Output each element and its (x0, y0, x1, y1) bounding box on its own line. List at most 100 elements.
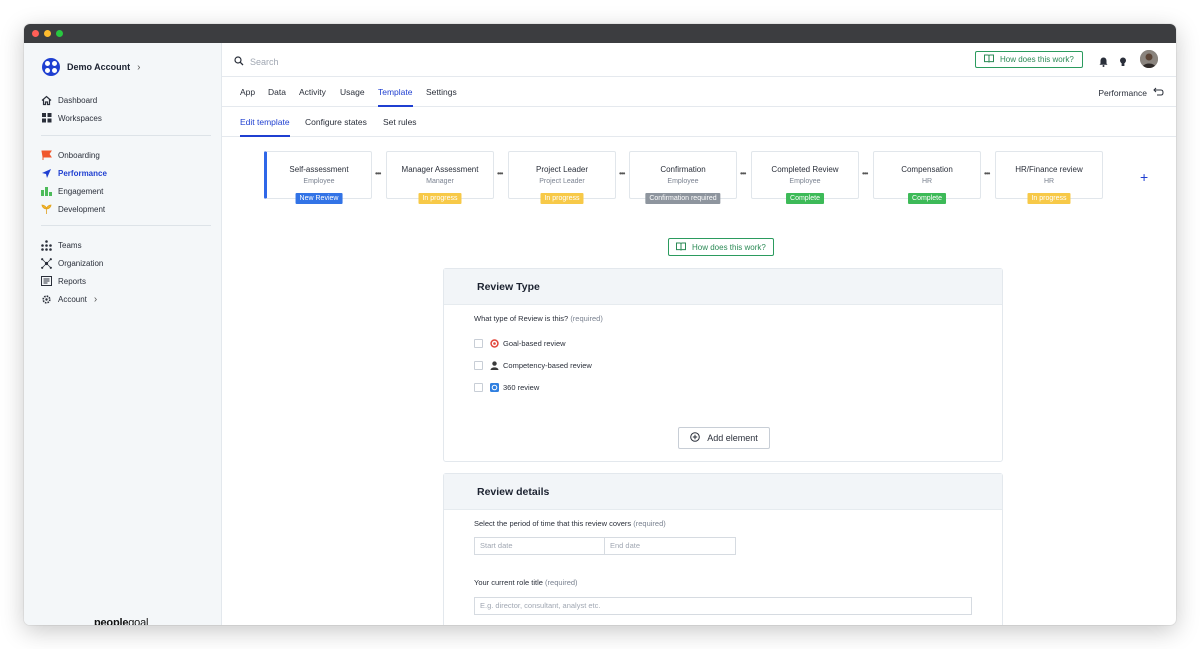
engagement-icon (41, 186, 52, 197)
connector-dots-icon[interactable]: ••• (497, 169, 503, 178)
subtab-edit-template[interactable]: Edit template (240, 117, 290, 137)
tab-data[interactable]: Data (268, 87, 286, 97)
how-does-this-work-button[interactable]: How does this work? (668, 238, 774, 256)
sidebar-item-reports[interactable]: Reports (41, 274, 86, 288)
stage-role: Employee (303, 178, 335, 185)
workflow-stage[interactable]: Compensation HR (873, 151, 981, 199)
send-icon (41, 168, 52, 179)
checkbox[interactable] (474, 360, 483, 370)
main-area: Search How does this work? App Data Acti… (222, 43, 1176, 625)
person-icon (490, 360, 499, 370)
review-type-card: Review Type What type of Review is this?… (443, 268, 1003, 462)
status-badge: In progress (540, 193, 584, 204)
sidebar-item-dashboard[interactable]: Dashboard (41, 93, 97, 107)
tab-app[interactable]: App (240, 87, 255, 97)
connector-dots-icon[interactable]: ••• (984, 169, 990, 178)
role-title-field[interactable]: E.g. director, consultant, analyst etc. (474, 597, 972, 615)
status-badge: Confirmation required (645, 193, 721, 204)
bell-icon[interactable] (1099, 54, 1108, 72)
workflow-stage[interactable]: HR/Finance review HR (995, 151, 1103, 199)
end-date-field[interactable]: End date (604, 537, 736, 555)
add-element-button[interactable]: Add element (678, 427, 770, 449)
secondary-tabs: Edit template Configure states Set rules (222, 107, 1176, 137)
option-goal-based[interactable]: Goal-based review (474, 337, 566, 349)
sidebar-item-engagement[interactable]: Engagement (41, 184, 103, 198)
flag-icon (41, 150, 52, 161)
stage-name: Self-assessment (289, 165, 349, 174)
stage-role: Project Leader (539, 178, 585, 185)
connector-dots-icon[interactable]: ••• (740, 169, 746, 178)
plus-circle-icon (690, 432, 701, 444)
tab-template[interactable]: Template (378, 87, 413, 107)
sidebar-item-label: Dashboard (58, 95, 98, 105)
tab-usage[interactable]: Usage (340, 87, 365, 97)
sidebar-item-label: Teams (58, 240, 82, 250)
maximize-window-button[interactable] (56, 30, 63, 37)
stage-name: HR/Finance review (1015, 165, 1083, 174)
stage-role: Employee (789, 178, 821, 185)
sidebar-item-onboarding[interactable]: Onboarding (41, 148, 100, 162)
title-bar (24, 24, 1176, 43)
stage-name: Manager Assessment (401, 165, 479, 174)
account-name: Demo Account (67, 62, 131, 72)
workflow-stage[interactable]: Project Leader Project Leader (508, 151, 616, 199)
workflow-stage[interactable]: Self-assessment Employee (264, 151, 372, 199)
subtab-configure-states[interactable]: Configure states (305, 117, 367, 127)
home-icon (41, 95, 52, 106)
option-competency-based[interactable]: Competency-based review (474, 359, 592, 371)
sidebar-item-workspaces[interactable]: Workspaces (41, 111, 102, 125)
stage-name: Project Leader (535, 165, 589, 174)
search-placeholder: Search (250, 57, 279, 67)
minimize-window-button[interactable] (44, 30, 51, 37)
connector-dots-icon[interactable]: ••• (619, 169, 625, 178)
workflow-stage[interactable]: Confirmation Employee (629, 151, 737, 199)
option-label: 360 review (503, 382, 540, 392)
org-icon (41, 239, 52, 251)
start-date-field[interactable]: Start date (474, 537, 605, 555)
sidebar-divider (41, 135, 211, 136)
top-bar: Search How does this work? (222, 43, 1176, 77)
how-does-this-work-button[interactable]: How does this work? (975, 51, 1083, 68)
field-label: What type of Review is this? (required) (474, 314, 603, 323)
user-avatar[interactable] (1140, 50, 1158, 68)
how-label: How does this work? (1000, 55, 1074, 64)
sidebar-item-development[interactable]: Development (41, 202, 105, 216)
search-icon (234, 53, 244, 71)
connector-dots-icon[interactable]: ••• (862, 169, 868, 178)
sidebar-item-label: Workspaces (58, 113, 102, 123)
sprout-icon (41, 204, 52, 215)
tab-activity[interactable]: Activity (299, 87, 326, 97)
workflow-stage[interactable]: Manager Assessment Manager (386, 151, 494, 199)
performance-back-link[interactable]: Performance (1098, 87, 1164, 98)
search-input[interactable]: Search (234, 53, 279, 71)
close-window-button[interactable] (32, 30, 39, 37)
stage-name: Completed Review (771, 165, 839, 174)
sidebar-item-account[interactable]: Account › (41, 292, 97, 306)
checkbox[interactable] (474, 382, 483, 392)
gear-icon (41, 294, 52, 305)
book-icon (984, 54, 994, 65)
sidebar-item-performance[interactable]: Performance (41, 166, 107, 180)
connector-dots-icon[interactable]: ••• (375, 169, 381, 178)
sidebar-item-organization[interactable]: Organization (41, 256, 103, 270)
option-label: Goal-based review (503, 338, 566, 348)
account-switcher[interactable]: Demo Account › (42, 57, 141, 77)
stage-name: Compensation (901, 165, 953, 174)
field-label: Your current role title (required) (474, 578, 578, 587)
account-logo-icon (42, 58, 60, 76)
subtab-set-rules[interactable]: Set rules (383, 117, 417, 127)
sidebar-item-teams[interactable]: Teams (41, 238, 82, 252)
add-stage-button[interactable]: + (1140, 170, 1148, 184)
return-icon (1153, 87, 1164, 98)
report-icon (41, 276, 52, 287)
review-details-card: Review details Select the period of time… (443, 473, 1003, 625)
option-360[interactable]: 360 review (474, 381, 539, 393)
add-element-label: Add element (707, 433, 758, 443)
cycle-icon (490, 382, 499, 392)
chevron-right-icon: › (93, 293, 98, 305)
card-title: Review Type (444, 269, 1002, 305)
checkbox[interactable] (474, 338, 483, 348)
workflow-stage[interactable]: Completed Review Employee (751, 151, 859, 199)
tab-settings[interactable]: Settings (426, 87, 457, 97)
lightbulb-icon[interactable] (1119, 54, 1127, 72)
